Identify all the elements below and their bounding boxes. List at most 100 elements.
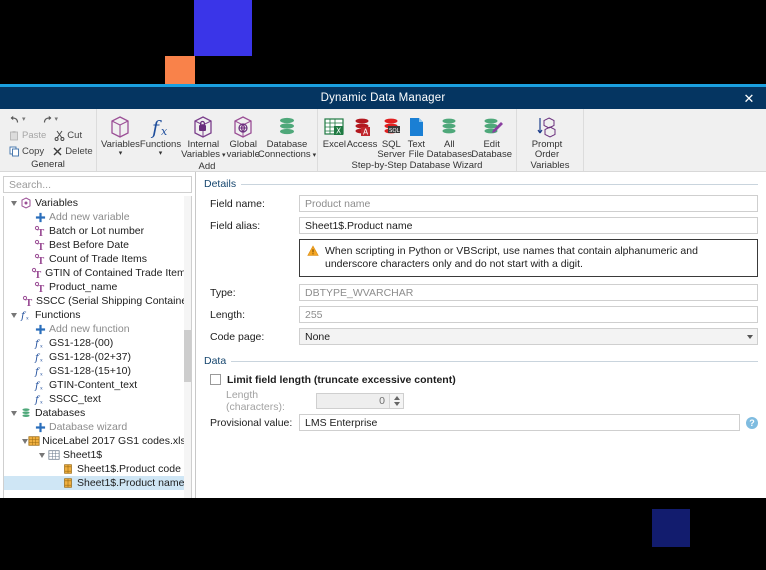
explorer-pane: Search... VariablesAdd new variableTBatc…: [0, 172, 196, 498]
details-group-label: Details: [204, 178, 236, 190]
svg-text:x: x: [161, 125, 168, 138]
tree-expand-icon[interactable]: [36, 453, 47, 458]
field-alias-input[interactable]: Sheet1$.Product name: [299, 217, 758, 234]
tree-item[interactable]: fxGS1-128-(00): [4, 336, 191, 350]
edit-database-button[interactable]: Edit Database: [471, 112, 512, 160]
plus-icon: [33, 422, 47, 433]
tree-item[interactable]: Database wizard: [4, 420, 191, 434]
tree-item-label: SSCC_text: [49, 392, 101, 406]
database-connections-button[interactable]: Database Connections ▾: [261, 112, 313, 161]
tree-item[interactable]: Databases: [4, 406, 191, 420]
copy-button[interactable]: Copy: [6, 144, 47, 158]
tree-scrollbar-thumb[interactable]: [184, 330, 191, 382]
svg-text:x: x: [40, 386, 43, 392]
excel-button[interactable]: X Excel: [322, 112, 347, 150]
ribbon-toolbar: ▾ ▾ Paste: [0, 109, 766, 172]
chevron-icon: [39, 453, 45, 458]
svg-text:T: T: [26, 299, 33, 307]
field-name-row: Field name: Product name: [204, 195, 758, 212]
redo-button[interactable]: ▾: [39, 112, 62, 126]
close-icon[interactable]: ✕: [738, 87, 760, 109]
limit-field-length-checkbox[interactable]: [210, 374, 221, 385]
prompt-order-button[interactable]: Prompt Order: [521, 112, 573, 160]
tree-item[interactable]: fxFunctions: [4, 308, 191, 322]
ribbon-group-wizard: X Excel A Acces: [317, 109, 516, 171]
stepper-down-icon[interactable]: [394, 402, 400, 406]
stepper-arrows[interactable]: [389, 394, 403, 408]
svg-text:x: x: [40, 400, 43, 406]
tree-item[interactable]: NiceLabel 2017 GS1 codes.xlsx: [4, 434, 191, 448]
text-file-button[interactable]: Text File: [405, 112, 427, 160]
tree-item[interactable]: fxGS1-128-(15+10): [4, 364, 191, 378]
tree-item[interactable]: fxGTIN-Content_text: [4, 378, 191, 392]
databases-icon: [19, 407, 33, 419]
field-name-input[interactable]: Product name: [299, 195, 758, 212]
explorer-tree: VariablesAdd new variableTBatch or Lot n…: [3, 196, 192, 498]
tree-item[interactable]: Variables: [4, 196, 191, 210]
tree-item[interactable]: Add new variable: [4, 210, 191, 224]
chevron-icon: [11, 201, 17, 206]
tree-item[interactable]: Sheet1$.Product name: [4, 476, 191, 490]
delete-button[interactable]: Delete: [49, 144, 95, 158]
tree-item-label: GS1-128-(15+10): [49, 364, 131, 378]
tree-item[interactable]: Sheet1$: [4, 448, 191, 462]
variables-label: Variables▾: [101, 140, 140, 157]
tree-item[interactable]: TCount of Trade Items: [4, 252, 191, 266]
tree-item-label: Variables: [35, 196, 78, 210]
tree-expand-icon[interactable]: [8, 201, 19, 206]
cut-button[interactable]: Cut: [51, 128, 85, 142]
access-button[interactable]: A Access: [347, 112, 378, 150]
internal-variables-button[interactable]: Internal Variables ▾: [181, 112, 225, 161]
tree-item-label: NiceLabel 2017 GS1 codes.xlsx: [42, 434, 191, 448]
tree-item[interactable]: fxSSCC_text: [4, 392, 191, 406]
undo-icon: [9, 114, 20, 125]
tree-item[interactable]: TSSCC (Serial Shipping Container Code): [4, 294, 191, 308]
tree-item-label: Batch or Lot number: [49, 224, 144, 238]
cut-label: Cut: [67, 130, 82, 141]
tree-item-label: Add new variable: [49, 210, 130, 224]
paste-label: Paste: [22, 130, 46, 141]
window-body: Search... VariablesAdd new variableTBatc…: [0, 172, 766, 498]
tree-expand-icon[interactable]: [8, 313, 19, 318]
variables-button[interactable]: Variables▾: [101, 112, 140, 157]
text-var-icon: T: [33, 225, 47, 237]
tree-item[interactable]: Add new function: [4, 322, 191, 336]
svg-text:x: x: [40, 344, 43, 350]
tree-item-label: Functions: [35, 308, 81, 322]
tree-item[interactable]: TBest Before Date: [4, 238, 191, 252]
text-var-icon: T: [33, 253, 47, 265]
tree-expand-icon[interactable]: [8, 411, 19, 416]
svg-text:x: x: [26, 316, 29, 322]
global-variable-label: Global variable: [227, 140, 260, 160]
functions-button[interactable]: f x Functions▾: [140, 112, 181, 157]
type-label: Type:: [204, 287, 299, 299]
paste-button[interactable]: Paste: [6, 128, 49, 142]
sql-server-button[interactable]: SQL SQL Server: [377, 112, 405, 160]
search-input[interactable]: Search...: [3, 176, 192, 193]
undo-button[interactable]: ▾: [6, 112, 29, 126]
functions-label: Functions▾: [140, 140, 181, 157]
code-page-select[interactable]: None: [299, 328, 758, 345]
tree-item[interactable]: fxGS1-128-(02+37): [4, 350, 191, 364]
redo-icon: [42, 114, 53, 125]
all-databases-button[interactable]: All Databases: [427, 112, 471, 160]
tree-item[interactable]: TBatch or Lot number: [4, 224, 191, 238]
text-var-icon: T: [33, 281, 47, 293]
global-variable-button[interactable]: Global variable: [225, 112, 261, 160]
length-characters-row: Length (characters): 0: [204, 392, 758, 409]
provisional-value-row: Provisional value: LMS Enterprise ?: [204, 414, 758, 431]
stepper-up-icon[interactable]: [394, 396, 400, 400]
delete-icon: [52, 146, 63, 157]
length-characters-stepper[interactable]: 0: [316, 393, 404, 409]
help-icon[interactable]: ?: [746, 417, 758, 429]
tree-item[interactable]: Sheet1$.Product code: [4, 462, 191, 476]
provisional-value-input[interactable]: LMS Enterprise: [299, 414, 740, 431]
tree-scrollbar[interactable]: [184, 196, 191, 498]
length-label: Length:: [204, 309, 299, 321]
code-page-row: Code page: None: [204, 328, 758, 345]
database-connections-label: Database Connections ▾: [258, 140, 316, 161]
length-row: Length: 255: [204, 306, 758, 323]
length-characters-value: 0: [317, 394, 389, 408]
tree-item[interactable]: TGTIN of Contained Trade Items: [4, 266, 191, 280]
tree-item[interactable]: TProduct_name: [4, 280, 191, 294]
